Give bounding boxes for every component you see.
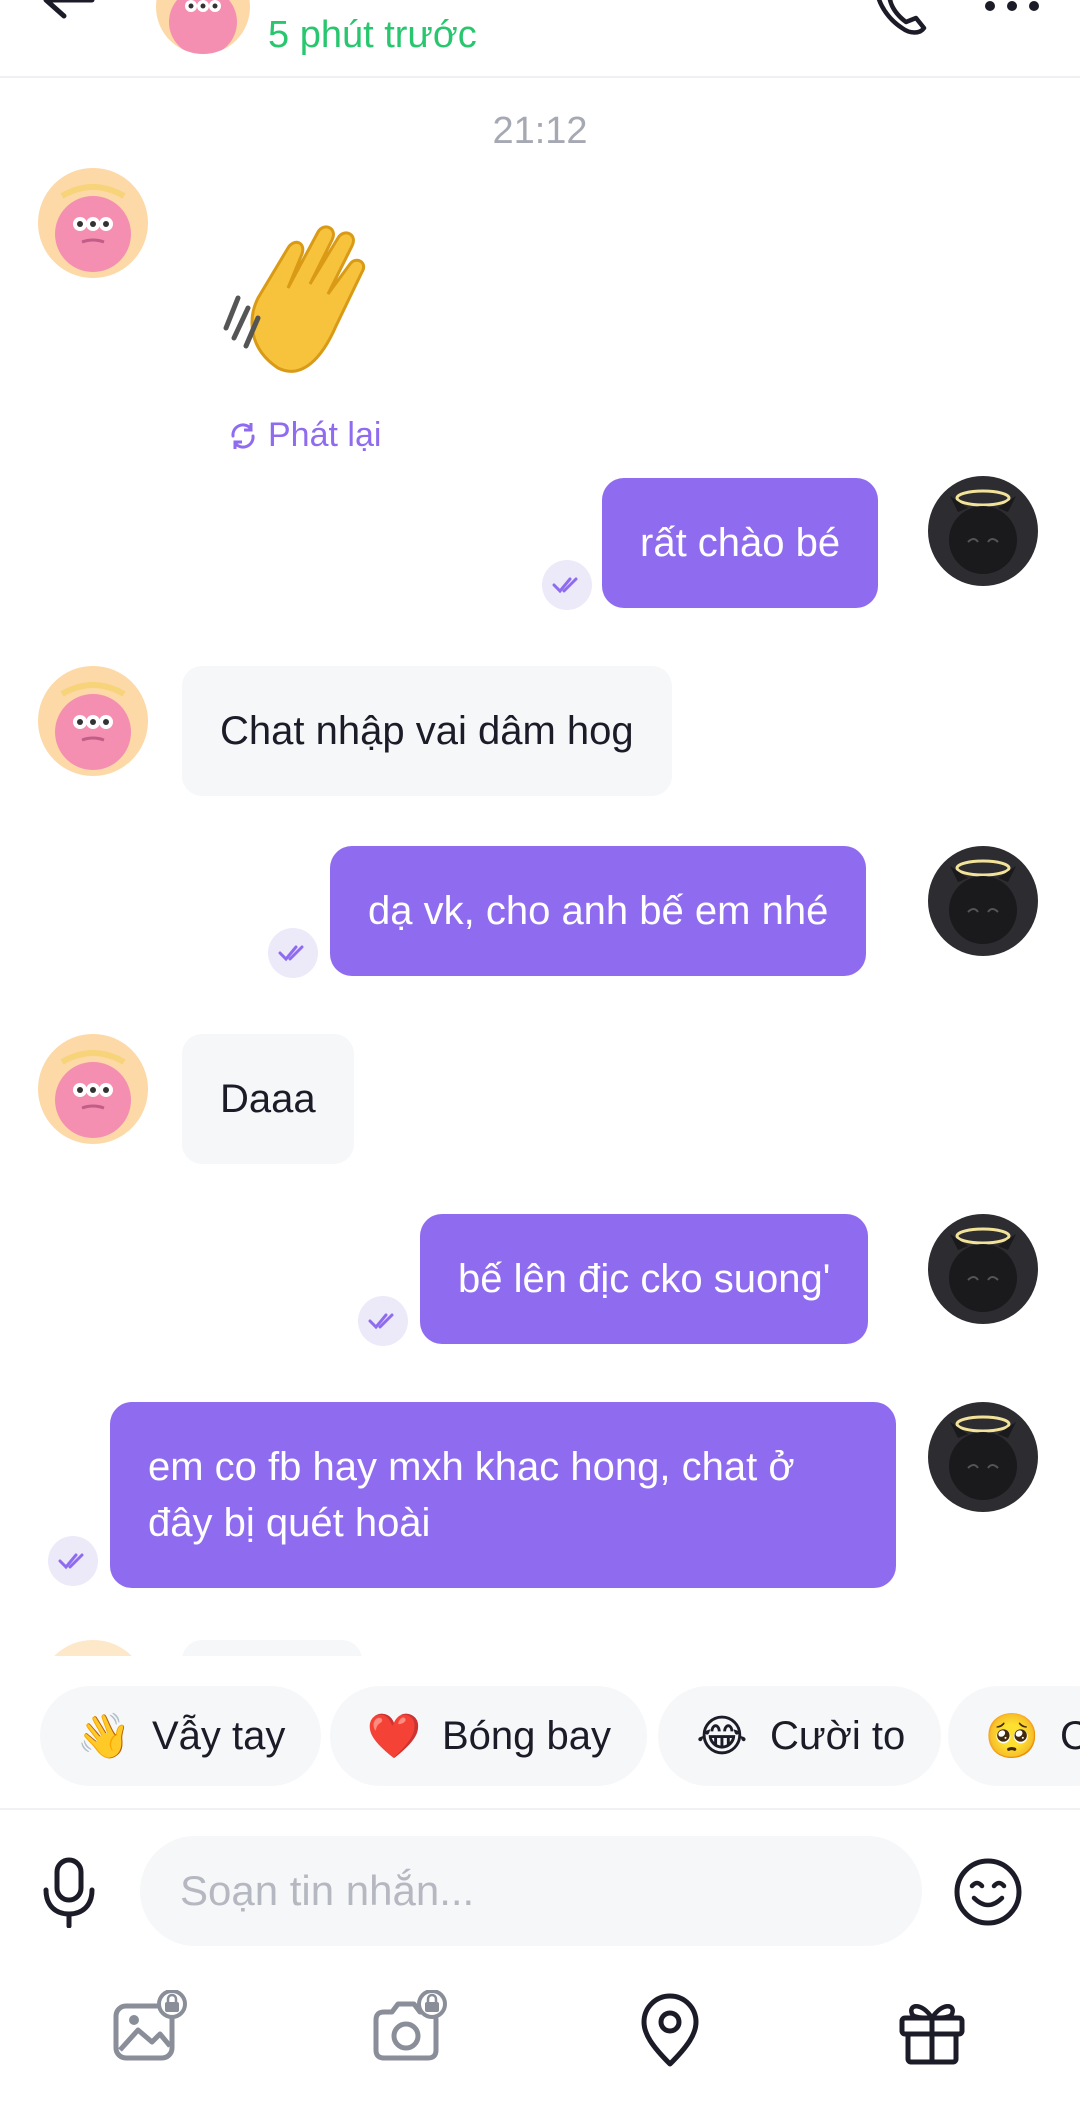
replay-icon <box>231 422 255 449</box>
wave-emoji-icon: 👋 <box>76 1712 132 1761</box>
quick-reaction-wave[interactable]: 👋 Vẫy tay <box>40 1686 322 1786</box>
my-avatar[interactable] <box>928 1402 1038 1512</box>
my-avatar[interactable] <box>928 1214 1038 1324</box>
message-text: bế lên địc cko suong' <box>458 1257 831 1301</box>
quick-reaction-label: C <box>1060 1713 1080 1758</box>
divider <box>0 1808 1080 1810</box>
message-bubble-received[interactable] <box>182 1640 362 1656</box>
message-bubble-sent[interactable]: rất chào bé <box>602 478 879 608</box>
emoji-smile-icon[interactable] <box>952 1856 1024 1928</box>
location-icon[interactable] <box>630 1990 710 2070</box>
quick-reaction-laugh[interactable]: 😂 Cười to <box>658 1686 942 1786</box>
chat-header: 5 phút trước <box>0 0 1080 78</box>
heart-emoji-icon: ❤️ <box>366 1712 422 1761</box>
message-input[interactable] <box>180 1867 922 1915</box>
wave-hand-sticker[interactable] <box>218 208 398 388</box>
message-text: Daaa <box>220 1077 316 1121</box>
message-bubble-sent[interactable]: dạ vk, cho anh bế em nhé <box>330 846 867 976</box>
back-arrow-icon[interactable] <box>38 0 98 40</box>
replay-button[interactable]: Phát lại <box>228 416 381 455</box>
message-text-line-1: em co fb hay mxh khac hong, chat ở <box>148 1445 795 1489</box>
read-receipt-icon <box>48 1536 98 1586</box>
quick-reaction-label: Vẫy tay <box>152 1713 286 1758</box>
quick-reaction-label: Cười to <box>770 1713 906 1758</box>
last-seen-status: 5 phút trước <box>268 14 477 56</box>
more-icon[interactable] <box>980 0 1044 24</box>
pleading-emoji-icon: 🥺 <box>984 1712 1040 1761</box>
laugh-emoji-icon: 😂 <box>696 1711 748 1761</box>
phone-icon[interactable] <box>866 0 930 40</box>
read-receipt-icon <box>542 560 592 610</box>
message-text: Chat nhập vai dâm hog <box>220 709 634 753</box>
contact-avatar[interactable] <box>38 666 148 776</box>
gallery-icon[interactable] <box>108 1990 188 2070</box>
read-receipt-icon <box>358 1296 408 1346</box>
message-bubble-sent[interactable]: bế lên địc cko suong' <box>420 1214 869 1344</box>
message-list[interactable]: 21:12 Phát lại rất chào bé Chat nhập vai… <box>0 78 1080 1656</box>
my-avatar[interactable] <box>928 846 1038 956</box>
camera-icon[interactable] <box>368 1990 448 2070</box>
quick-reaction-pleading[interactable]: 🥺 C <box>948 1686 1080 1786</box>
contact-avatar[interactable] <box>38 168 148 278</box>
replay-label: Phát lại <box>268 416 382 454</box>
message-bubble-received[interactable]: Daaa <box>182 1034 354 1164</box>
quick-reaction-bar[interactable]: 👋 Vẫy tay ❤️ Bóng bay 😂 Cười to 🥺 C <box>0 1668 1080 1788</box>
message-bubble-received[interactable]: Chat nhập vai dâm hog <box>182 666 672 796</box>
message-timestamp: 21:12 <box>492 110 588 152</box>
contact-avatar[interactable] <box>38 1640 148 1656</box>
contact-avatar[interactable] <box>38 1034 148 1144</box>
microphone-icon[interactable] <box>38 1856 100 1928</box>
my-avatar[interactable] <box>928 476 1038 586</box>
message-text: rất chào bé <box>640 521 841 565</box>
quick-reaction-balloon[interactable]: ❤️ Bóng bay <box>330 1686 648 1786</box>
contact-avatar[interactable] <box>156 0 250 54</box>
read-receipt-icon <box>268 928 318 978</box>
message-text: dạ vk, cho anh bế em nhé <box>368 889 829 933</box>
quick-reaction-label: Bóng bay <box>442 1713 612 1758</box>
message-text-line-2: đây bị quét hoài <box>148 1501 431 1545</box>
message-bubble-sent[interactable]: em co fb hay mxh khac hong, chat ở đây b… <box>110 1402 896 1588</box>
gift-icon[interactable] <box>892 1990 972 2070</box>
message-input-container[interactable] <box>140 1836 922 1946</box>
